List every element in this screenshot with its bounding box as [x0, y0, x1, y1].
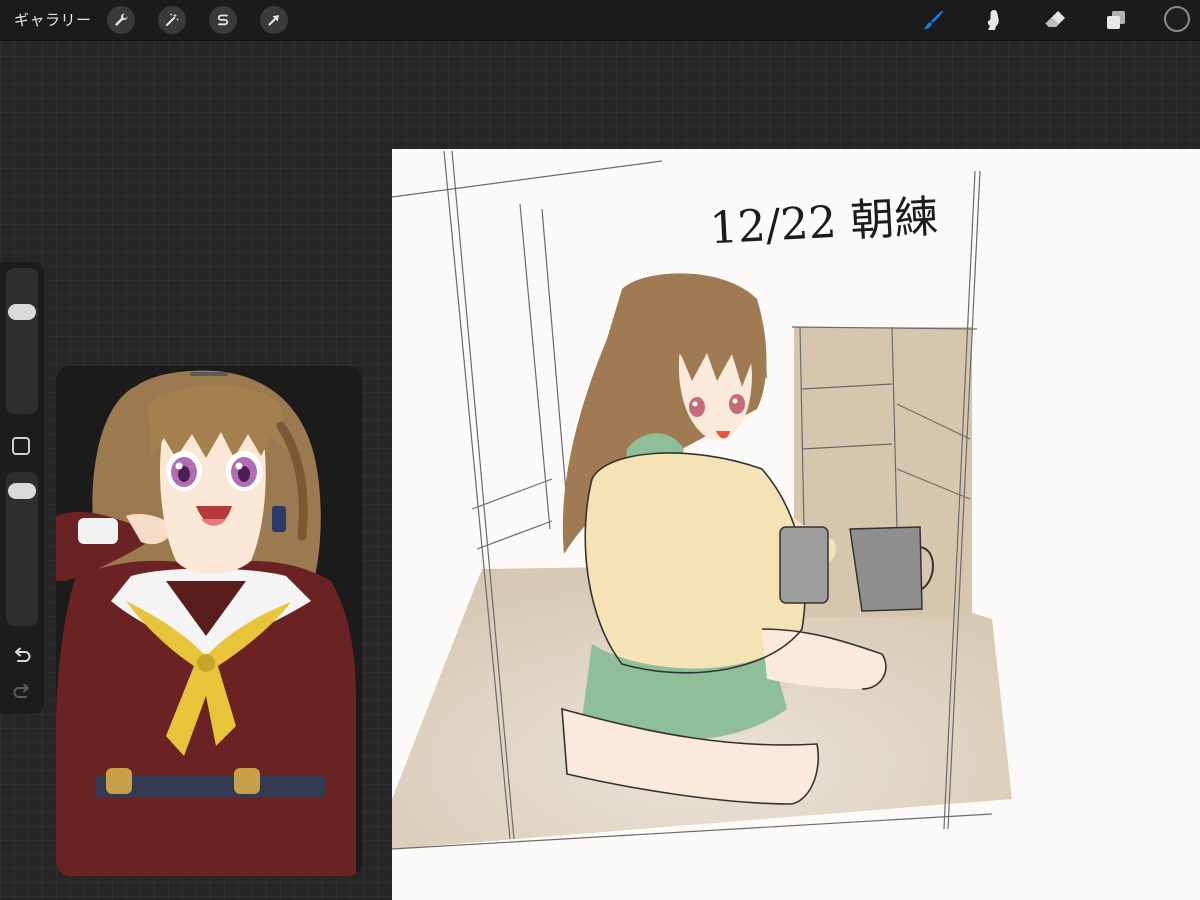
brush-size-slider-thumb[interactable] [8, 304, 36, 321]
arrow-cursor-icon [268, 15, 279, 26]
undo-button[interactable] [10, 646, 34, 666]
eraser-icon [1045, 11, 1065, 27]
selection-s-icon [217, 14, 229, 26]
transform-button[interactable] [260, 6, 288, 34]
handwritten-note: 12/22 朝練 [708, 191, 939, 254]
redo-button[interactable] [10, 682, 34, 702]
reference-window[interactable] [56, 366, 362, 876]
smudge-finger-icon [987, 10, 999, 30]
selection-button[interactable] [209, 6, 237, 34]
reference-drag-handle[interactable] [190, 372, 228, 376]
adjustments-button[interactable] [158, 6, 186, 34]
actions-button[interactable] [107, 6, 135, 34]
smudge-button[interactable] [981, 7, 1007, 33]
top-toolbar: ギャラリー [0, 0, 1200, 41]
modify-button[interactable] [12, 437, 30, 455]
opacity-slider-thumb[interactable] [8, 483, 36, 500]
brush-size-slider[interactable] [6, 268, 38, 414]
layers-icon [1107, 11, 1125, 29]
eraser-button[interactable] [1042, 7, 1068, 33]
gallery-button[interactable]: ギャラリー [14, 9, 92, 31]
sketch-artwork: 12/22 朝練 [392, 150, 1012, 850]
brush-button[interactable] [920, 7, 946, 33]
redo-icon [13, 683, 29, 698]
brush-icon [923, 10, 943, 30]
layers-button[interactable] [1103, 7, 1129, 33]
undo-icon [15, 647, 31, 662]
color-picker-button[interactable] [1164, 6, 1190, 32]
left-sidebar [0, 262, 44, 714]
wrench-icon [115, 13, 128, 26]
drawing-canvas[interactable]: 12/22 朝練 [392, 149, 1200, 900]
magic-wand-icon [166, 13, 179, 26]
reference-illustration [56, 366, 362, 876]
